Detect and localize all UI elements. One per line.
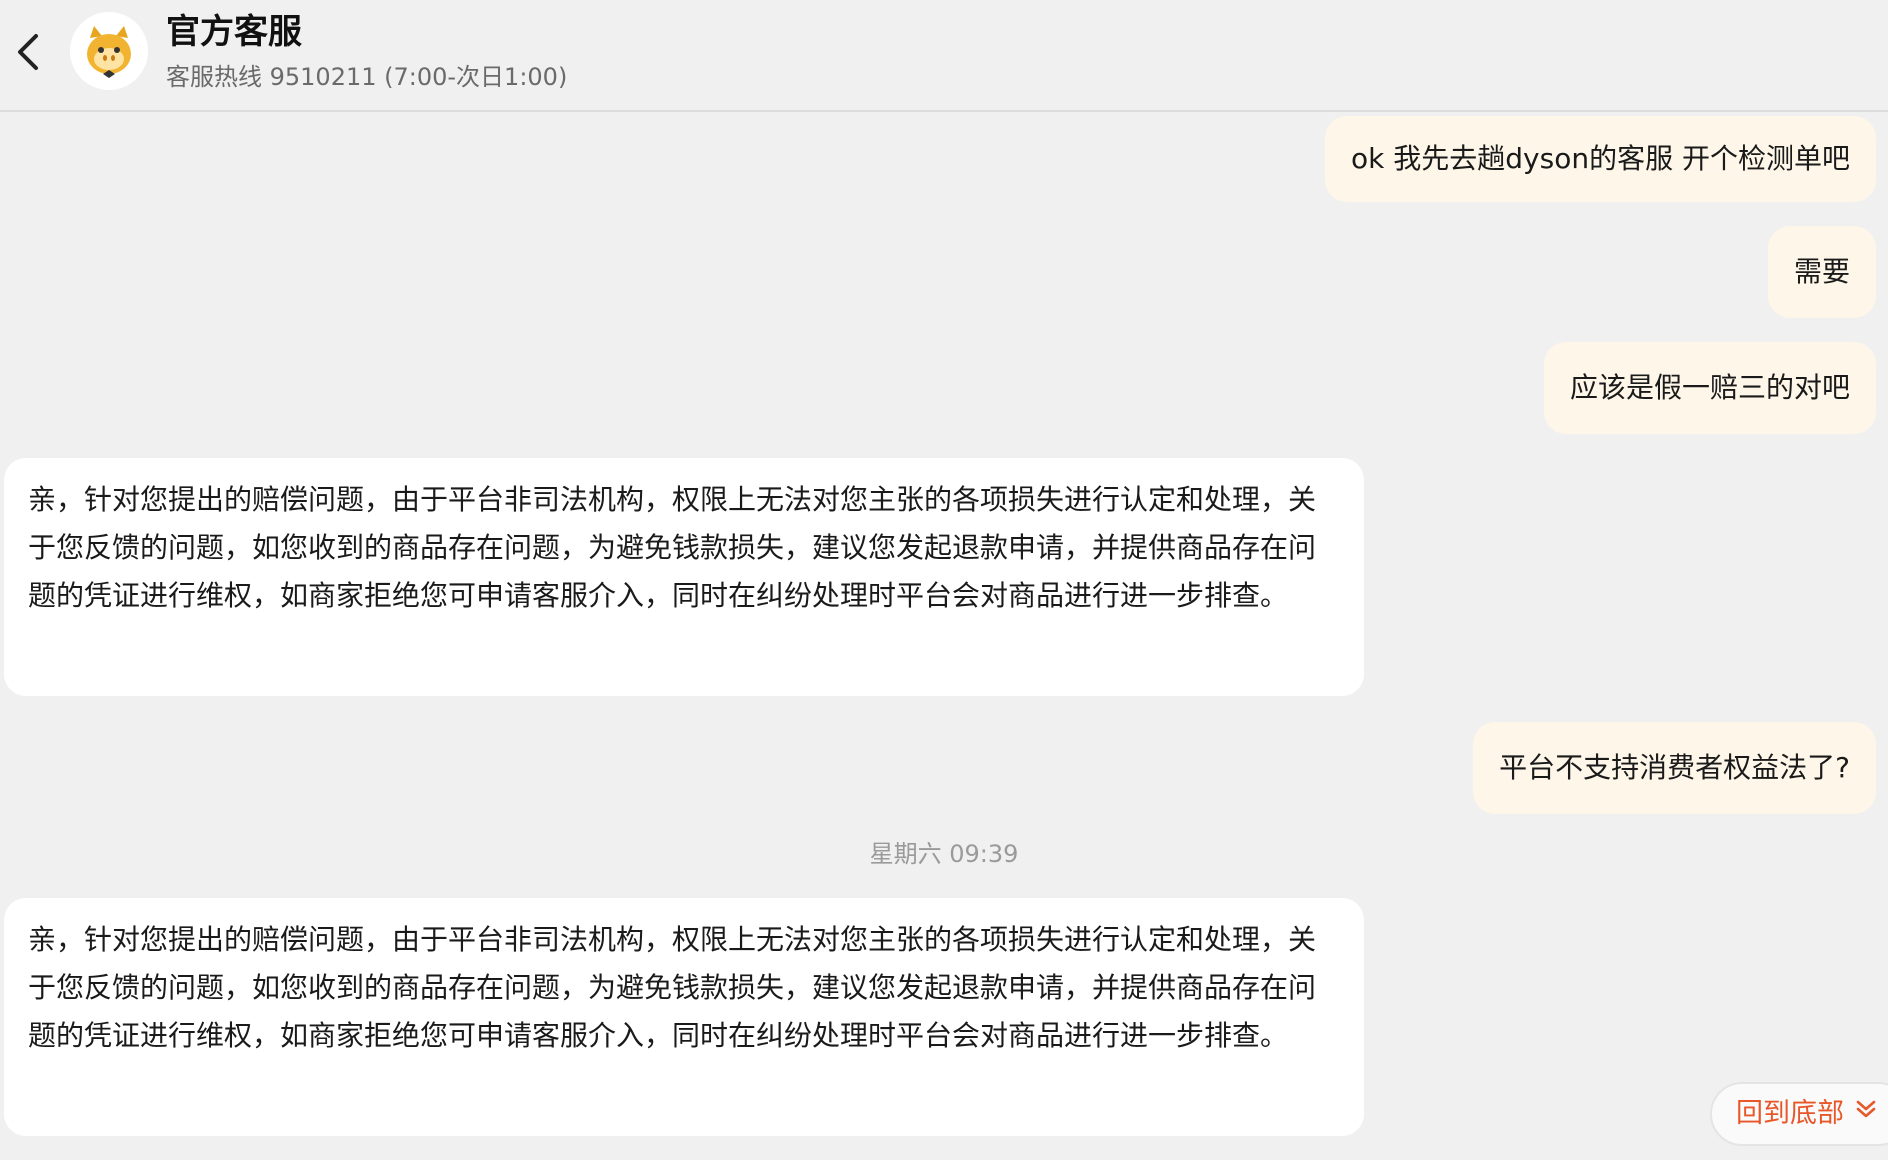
- mascot-avatar: [70, 12, 148, 90]
- message-text: ok 我先去趟dyson的客服 开个检测单吧: [1351, 142, 1850, 175]
- message-bubble-incoming[interactable]: 亲，针对您提出的赔偿问题，由于平台非司法机构，权限上无法对您主张的各项损失进行认…: [4, 458, 1364, 696]
- avatar[interactable]: [70, 12, 148, 90]
- message-text: 亲，针对您提出的赔偿问题，由于平台非司法机构，权限上无法对您主张的各项损失进行认…: [28, 483, 1317, 612]
- chat-header: 官方客服 客服热线 9510211 (7:00-次日1:00): [0, 0, 1888, 112]
- message-text: 应该是假一赔三的对吧: [1569, 371, 1850, 404]
- message-text: 平台不支持消费者权益法了?: [1499, 751, 1850, 784]
- message-bubble-outgoing[interactable]: 应该是假一赔三的对吧: [1543, 342, 1876, 434]
- message-text: 亲，针对您提出的赔偿问题，由于平台非司法机构，权限上无法对您主张的各项损失进行认…: [28, 923, 1317, 1052]
- message-bubble-incoming[interactable]: 亲，针对您提出的赔偿问题，由于平台非司法机构，权限上无法对您主张的各项损失进行认…: [4, 898, 1364, 1136]
- message-timestamp: 星期六 09:39: [869, 840, 1019, 868]
- message-bubble-outgoing[interactable]: 需要: [1767, 226, 1876, 318]
- page-title: 官方客服: [166, 12, 302, 52]
- back-button[interactable]: [10, 28, 50, 76]
- chevron-left-icon: [18, 34, 38, 70]
- message-bubble-outgoing[interactable]: 平台不支持消费者权益法了?: [1473, 722, 1876, 814]
- message-text: 需要: [1793, 255, 1850, 288]
- double-chevron-down-icon: [1855, 1082, 1877, 1142]
- hotline-subtitle: 客服热线 9510211 (7:00-次日1:00): [166, 63, 568, 91]
- scroll-to-bottom-button[interactable]: 回到底部: [1710, 1082, 1888, 1146]
- message-bubble-outgoing[interactable]: ok 我先去趟dyson的客服 开个检测单吧: [1325, 116, 1876, 202]
- scroll-to-bottom-label: 回到底部: [1736, 1098, 1844, 1129]
